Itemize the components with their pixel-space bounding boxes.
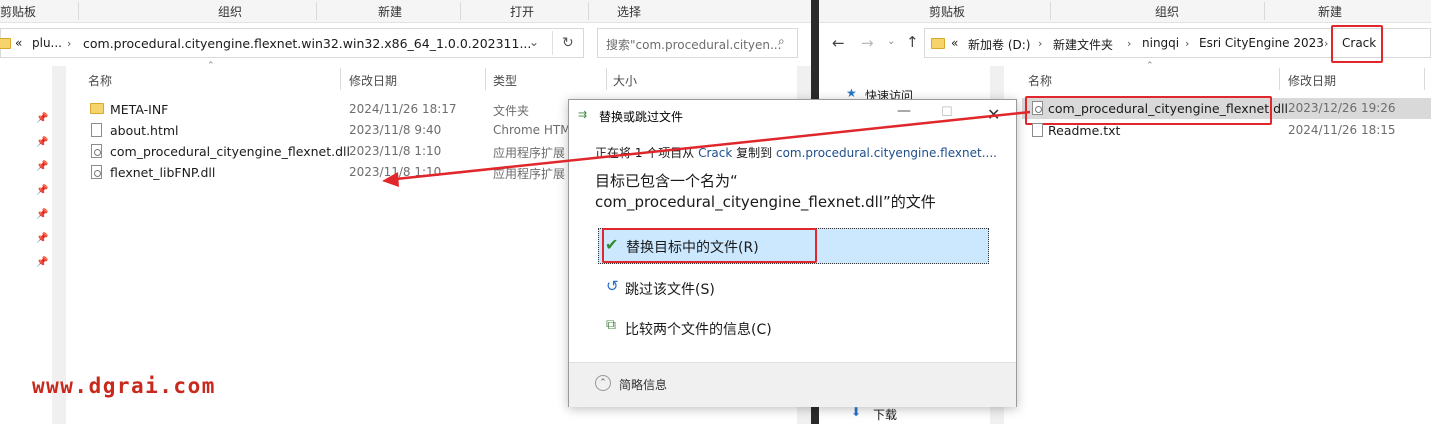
watermark: www.dgrai.com [32, 374, 216, 398]
arrow-shaft [395, 110, 1031, 181]
arrow-head [382, 172, 399, 187]
annotation-arrow [382, 110, 1031, 187]
